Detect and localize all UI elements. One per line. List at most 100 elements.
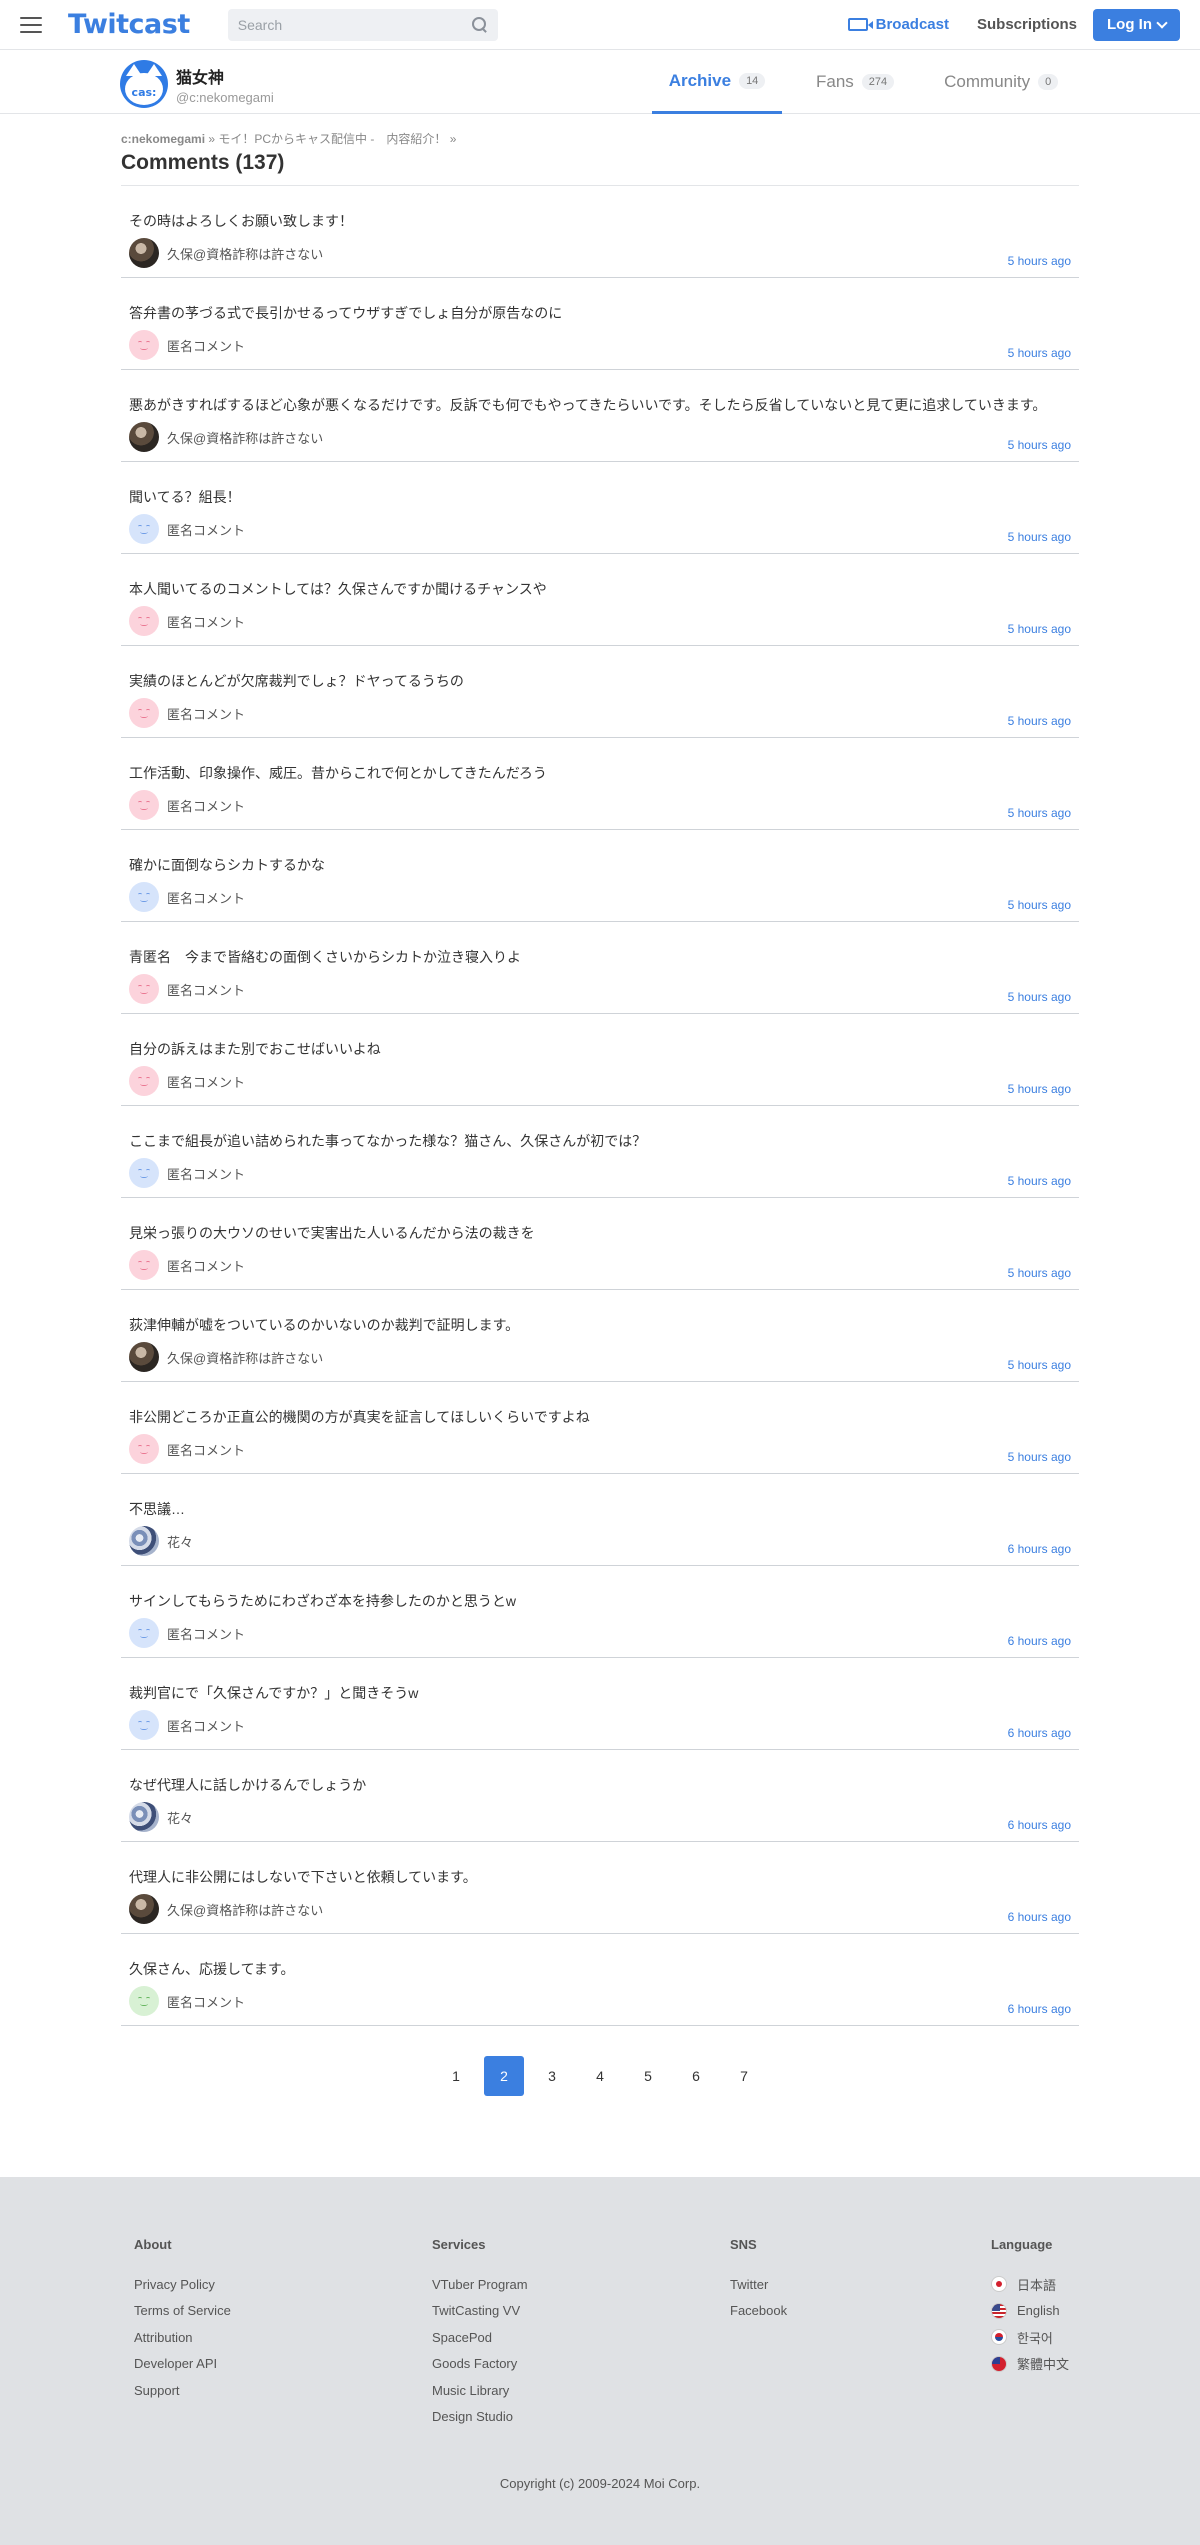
comment-time[interactable]: 5 hours ago	[1008, 438, 1071, 452]
user-avatar[interactable]: cas:	[120, 60, 168, 108]
comment-author[interactable]: 匿名コメント	[129, 974, 245, 1004]
footer-link[interactable]: Music Library	[432, 2377, 528, 2404]
comment-author[interactable]: 久保@資格詐称は許さない	[129, 1342, 323, 1372]
comment-author[interactable]: 久保@資格詐称は許さない	[129, 422, 323, 452]
commenter-name[interactable]: 匿名コメント	[167, 980, 245, 999]
footer-link[interactable]: TwitCasting VV	[432, 2298, 528, 2325]
comment-time[interactable]: 6 hours ago	[1008, 1726, 1071, 1740]
commenter-avatar[interactable]	[129, 1526, 159, 1556]
comment-time[interactable]: 5 hours ago	[1008, 898, 1071, 912]
search-input[interactable]	[237, 16, 472, 33]
comment-time[interactable]: 5 hours ago	[1008, 530, 1071, 544]
commenter-name[interactable]: 匿名コメント	[167, 1624, 245, 1643]
commenter-avatar[interactable]	[129, 974, 159, 1004]
footer-link[interactable]: Goods Factory	[432, 2351, 528, 2378]
comment-time[interactable]: 5 hours ago	[1008, 346, 1071, 360]
commenter-name[interactable]: 久保@資格詐称は許さない	[167, 428, 323, 447]
breadcrumb-movie[interactable]: モイ！PCからキャス配信中 - 内容紹介！	[218, 132, 446, 146]
comment-time[interactable]: 6 hours ago	[1008, 1634, 1071, 1648]
comment-author[interactable]: 匿名コメント	[129, 790, 245, 820]
footer-link[interactable]: Support	[134, 2377, 231, 2404]
commenter-name[interactable]: 匿名コメント	[167, 612, 245, 631]
comment-time[interactable]: 6 hours ago	[1008, 1542, 1071, 1556]
commenter-avatar[interactable]	[129, 1066, 159, 1096]
page-button[interactable]: 7	[724, 2056, 764, 2096]
footer-link[interactable]: VTuber Program	[432, 2271, 528, 2298]
footer-link[interactable]: Privacy Policy	[134, 2271, 231, 2298]
login-button[interactable]: Log In	[1093, 8, 1180, 41]
comment-author[interactable]: 匿名コメント	[129, 1618, 245, 1648]
page-button[interactable]: 5	[628, 2056, 668, 2096]
broadcast-button[interactable]: Broadcast	[847, 16, 949, 33]
footer-link[interactable]: Attribution	[134, 2324, 231, 2351]
comment-time[interactable]: 5 hours ago	[1008, 1266, 1071, 1280]
menu-icon[interactable]	[20, 16, 42, 33]
commenter-name[interactable]: 匿名コメント	[167, 1256, 245, 1275]
commenter-name[interactable]: 匿名コメント	[167, 1440, 245, 1459]
comment-author[interactable]: 匿名コメント	[129, 1066, 245, 1096]
commenter-avatar[interactable]	[129, 238, 159, 268]
commenter-name[interactable]: 久保@資格詐称は許さない	[167, 1348, 323, 1367]
commenter-name[interactable]: 久保@資格詐称は許さない	[167, 1900, 323, 1919]
comment-author[interactable]: 久保@資格詐称は許さない	[129, 1894, 323, 1924]
commenter-avatar[interactable]	[129, 882, 159, 912]
comment-time[interactable]: 5 hours ago	[1008, 1450, 1071, 1464]
comment-author[interactable]: 匿名コメント	[129, 514, 245, 544]
commenter-name[interactable]: 花々	[167, 1532, 193, 1551]
footer-link[interactable]: English	[991, 2298, 1069, 2325]
comment-author[interactable]: 匿名コメント	[129, 1434, 245, 1464]
commenter-avatar[interactable]	[129, 1250, 159, 1280]
comment-time[interactable]: 6 hours ago	[1008, 2002, 1071, 2016]
comment-time[interactable]: 6 hours ago	[1008, 1910, 1071, 1924]
comment-author[interactable]: 花々	[129, 1802, 193, 1832]
comment-time[interactable]: 5 hours ago	[1008, 1358, 1071, 1372]
comment-author[interactable]: 匿名コメント	[129, 606, 245, 636]
commenter-name[interactable]: 匿名コメント	[167, 1072, 245, 1091]
subscriptions-link[interactable]: Subscriptions	[977, 16, 1077, 33]
commenter-avatar[interactable]	[129, 1618, 159, 1648]
site-logo[interactable]: Twitcast	[68, 9, 190, 40]
footer-link[interactable]: Facebook	[730, 2298, 787, 2325]
search-box[interactable]	[227, 8, 498, 41]
comment-author[interactable]: 匿名コメント	[129, 1710, 245, 1740]
page-button[interactable]: 6	[676, 2056, 716, 2096]
comment-time[interactable]: 5 hours ago	[1008, 1082, 1071, 1096]
commenter-name[interactable]: 匿名コメント	[167, 1716, 245, 1735]
commenter-avatar[interactable]	[129, 698, 159, 728]
footer-link[interactable]: 日本語	[991, 2271, 1069, 2298]
search-icon[interactable]	[471, 16, 488, 33]
commenter-avatar[interactable]	[129, 1342, 159, 1372]
commenter-name[interactable]: 匿名コメント	[167, 1164, 245, 1183]
commenter-avatar[interactable]	[129, 606, 159, 636]
tab-archive[interactable]: Archive 14	[652, 50, 782, 114]
commenter-name[interactable]: 匿名コメント	[167, 1992, 245, 2011]
commenter-avatar[interactable]	[129, 330, 159, 360]
commenter-avatar[interactable]	[129, 790, 159, 820]
commenter-avatar[interactable]	[129, 1434, 159, 1464]
comment-time[interactable]: 6 hours ago	[1008, 1818, 1071, 1832]
commenter-name[interactable]: 匿名コメント	[167, 520, 245, 539]
breadcrumb-user[interactable]: c:nekomegami	[121, 132, 205, 146]
commenter-name[interactable]: 久保@資格詐称は許さない	[167, 244, 323, 263]
comment-time[interactable]: 5 hours ago	[1008, 1174, 1071, 1188]
commenter-avatar[interactable]	[129, 1986, 159, 2016]
user-profile[interactable]: cas: 猫女神 @c:nekomegami	[120, 60, 274, 108]
comment-time[interactable]: 5 hours ago	[1008, 622, 1071, 636]
commenter-name[interactable]: 匿名コメント	[167, 796, 245, 815]
comment-author[interactable]: 匿名コメント	[129, 882, 245, 912]
commenter-name[interactable]: 匿名コメント	[167, 888, 245, 907]
footer-link[interactable]: Terms of Service	[134, 2298, 231, 2325]
page-button[interactable]: 3	[532, 2056, 572, 2096]
commenter-avatar[interactable]	[129, 1158, 159, 1188]
comment-author[interactable]: 匿名コメント	[129, 1250, 245, 1280]
commenter-avatar[interactable]	[129, 1802, 159, 1832]
page-button[interactable]: 4	[580, 2056, 620, 2096]
tab-fans[interactable]: Fans 274	[800, 50, 910, 114]
commenter-avatar[interactable]	[129, 1710, 159, 1740]
comment-author[interactable]: 花々	[129, 1526, 193, 1556]
commenter-avatar[interactable]	[129, 1894, 159, 1924]
commenter-avatar[interactable]	[129, 514, 159, 544]
comment-time[interactable]: 5 hours ago	[1008, 254, 1071, 268]
comment-author[interactable]: 久保@資格詐称は許さない	[129, 238, 323, 268]
user-name[interactable]: 猫女神	[176, 64, 274, 88]
